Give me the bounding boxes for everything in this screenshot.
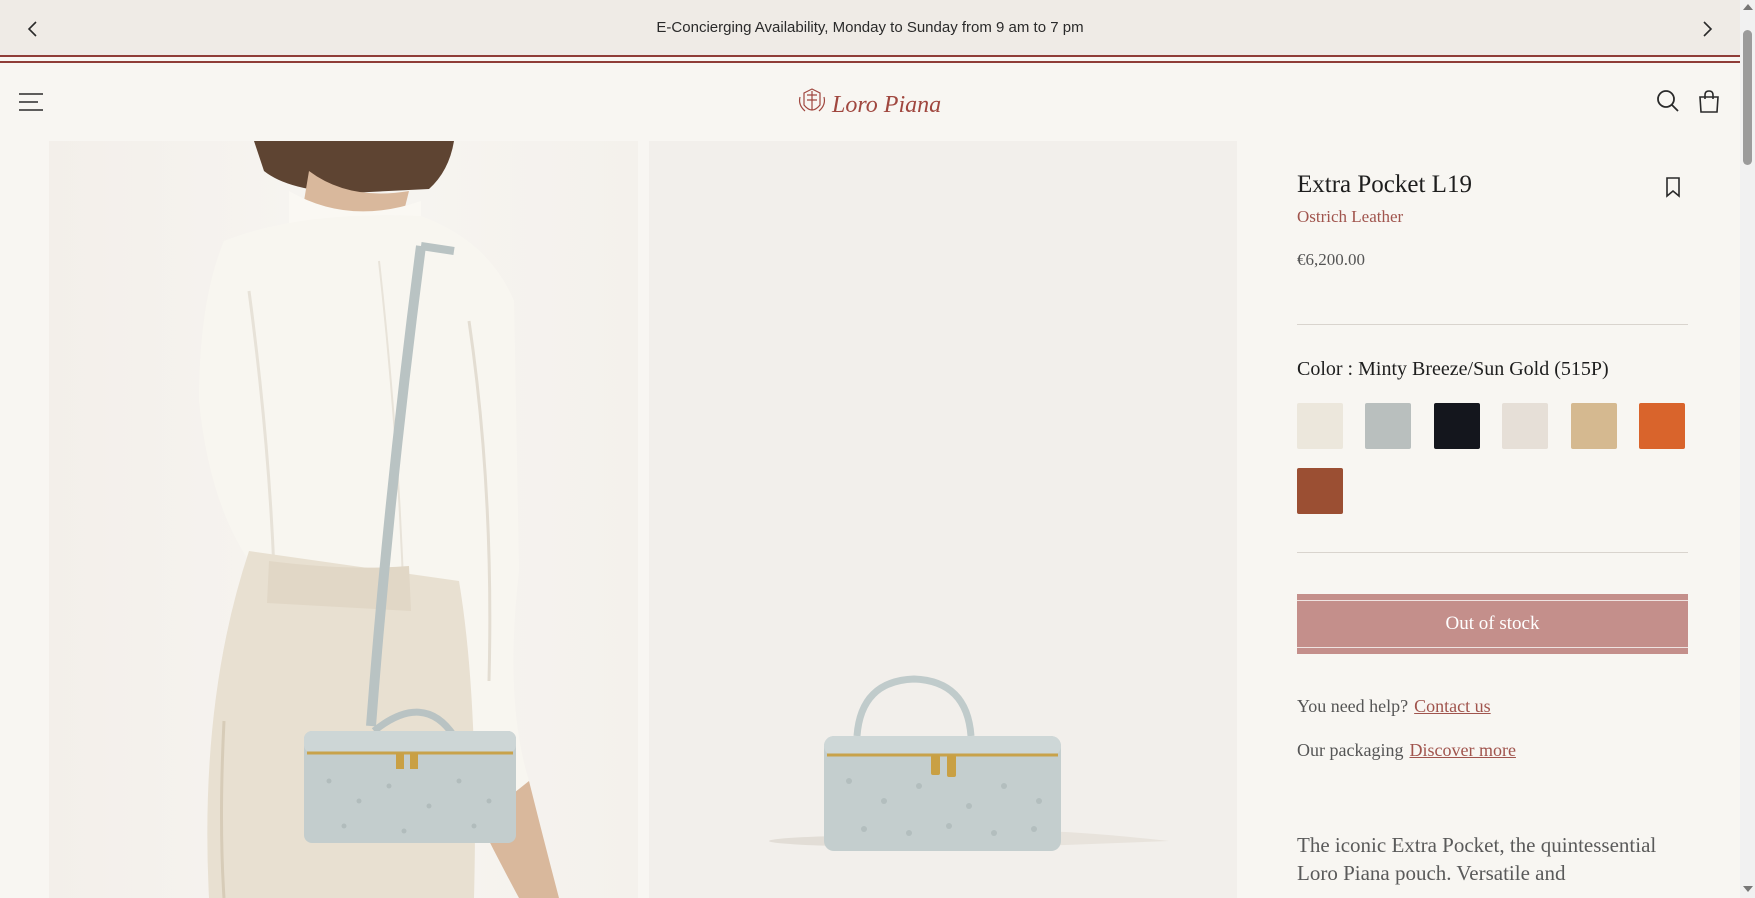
discover-more-link[interactable]: Discover more <box>1409 740 1515 760</box>
color-swatch-ivory[interactable] <box>1297 403 1343 449</box>
color-swatch-black[interactable] <box>1434 403 1480 449</box>
out-of-stock-label: Out of stock <box>1445 613 1540 634</box>
product-price: €6,200.00 <box>1297 250 1365 269</box>
loro-piana-logo[interactable]: Loro Piana <box>796 83 942 121</box>
button-rule <box>1297 600 1688 601</box>
site-header: Loro Piana <box>0 63 1740 141</box>
color-label: Color : Minty Breeze/Sun Gold (515P) <box>1297 358 1609 380</box>
chevron-right-icon[interactable] <box>1696 18 1718 40</box>
help-row: You need help? Contact us <box>1297 696 1491 717</box>
color-swatch-orange[interactable] <box>1639 403 1685 449</box>
scroll-down-arrow-icon[interactable] <box>1743 886 1753 892</box>
page-scrollbar[interactable] <box>1740 0 1755 898</box>
color-swatch-beige[interactable] <box>1571 403 1617 449</box>
product-title: Extra Pocket L19 <box>1297 171 1472 198</box>
brand-rule <box>0 55 1740 57</box>
packaging-row: Our packaging Discover more <box>1297 740 1516 761</box>
scrollbar-thumb[interactable] <box>1743 30 1752 165</box>
hamburger-menu-icon[interactable] <box>18 89 44 115</box>
product-description: The iconic Extra Pocket, the quintessent… <box>1297 833 1657 885</box>
out-of-stock-button[interactable]: Out of stock <box>1297 594 1688 654</box>
button-rule <box>1297 647 1688 648</box>
announcement-text: E-Concierging Availability, Monday to Su… <box>656 19 1084 36</box>
announcement-bar: E-Concierging Availability, Monday to Su… <box>0 0 1740 57</box>
bookmark-icon[interactable] <box>1664 176 1682 198</box>
model-wearing-bag-image[interactable] <box>49 141 638 898</box>
color-swatch-cream[interactable] <box>1502 403 1548 449</box>
shopping-bag-icon[interactable] <box>1697 89 1721 113</box>
scroll-up-arrow-icon[interactable] <box>1743 4 1753 10</box>
help-text: You need help? <box>1297 696 1409 716</box>
divider <box>1297 324 1688 325</box>
product-material: Ostrich Leather <box>1297 207 1404 226</box>
divider <box>1297 552 1688 553</box>
contact-us-link[interactable]: Contact us <box>1414 696 1491 716</box>
color-swatch-minty-breeze[interactable] <box>1365 403 1411 449</box>
color-swatch-cognac[interactable] <box>1297 468 1343 514</box>
svg-text:Loro Piana: Loro Piana <box>831 92 941 118</box>
bag-product-image[interactable] <box>649 141 1237 898</box>
search-icon[interactable] <box>1656 89 1680 113</box>
packaging-text: Our packaging <box>1297 740 1404 760</box>
